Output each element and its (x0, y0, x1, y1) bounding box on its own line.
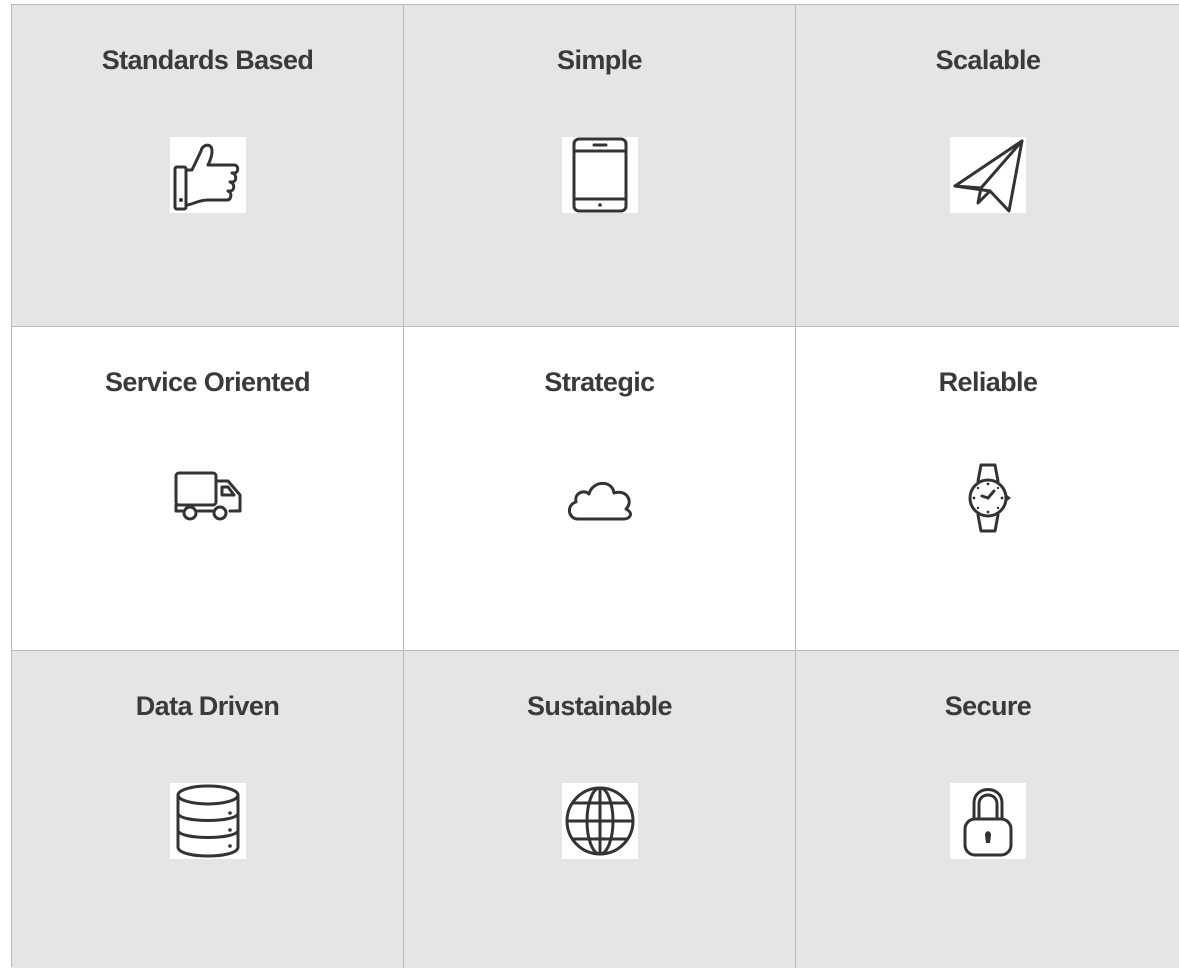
feature-cell-standards-based: Standards Based (12, 5, 404, 327)
feature-cell-strategic: Strategic (404, 327, 796, 651)
wristwatch-icon (950, 459, 1026, 535)
thumbs-up-icon (169, 137, 246, 213)
feature-title: Secure (944, 691, 1032, 721)
feature-cell-sustainable: Sustainable (404, 651, 796, 968)
feature-cell-secure: Secure (796, 651, 1179, 968)
feature-cell-reliable: Reliable (796, 327, 1179, 651)
padlock-icon (950, 783, 1026, 859)
feature-cell-data-driven: Data Driven (12, 651, 404, 968)
feature-cell-simple: Simple (404, 5, 796, 327)
paper-plane-icon (950, 137, 1026, 213)
globe-icon (561, 783, 638, 859)
truck-icon (170, 459, 246, 535)
cloud-icon (562, 459, 638, 535)
feature-title: Strategic (544, 367, 655, 397)
feature-title: Sustainable (527, 691, 673, 721)
feature-title: Reliable (938, 367, 1038, 397)
feature-grid: Standards Based Simple Scalable Service … (11, 4, 1179, 968)
feature-title: Simple (557, 45, 643, 75)
tablet-icon (561, 137, 638, 213)
feature-cell-scalable: Scalable (796, 5, 1179, 327)
feature-title: Data Driven (135, 691, 280, 721)
feature-title: Scalable (935, 45, 1041, 75)
feature-cell-service-oriented: Service Oriented (12, 327, 404, 651)
feature-title: Service Oriented (104, 367, 311, 397)
feature-title: Standards Based (101, 45, 314, 75)
database-icon (169, 783, 246, 859)
